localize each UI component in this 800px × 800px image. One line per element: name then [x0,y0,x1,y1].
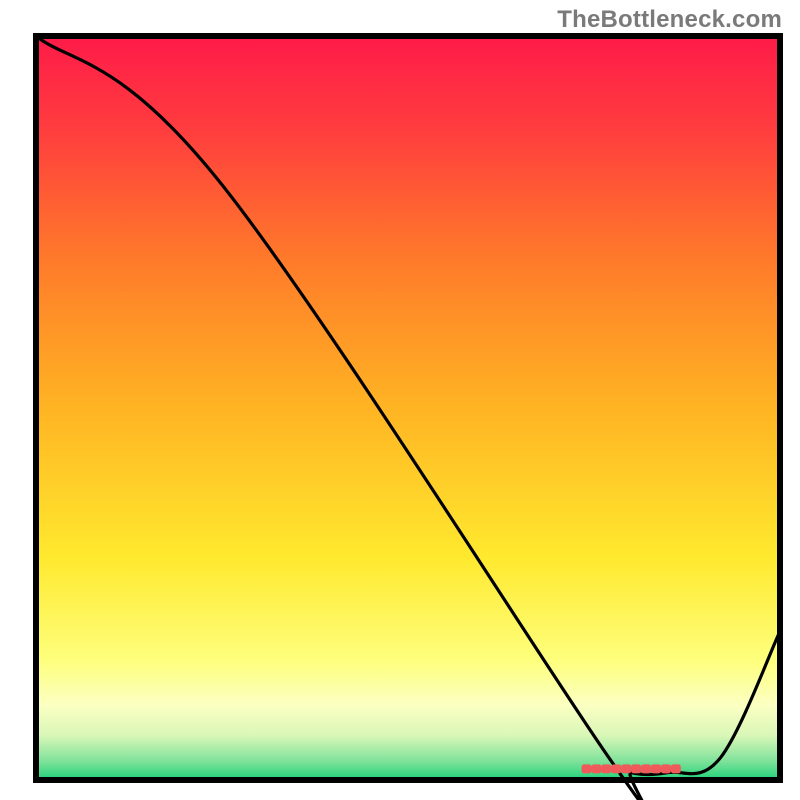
optimum-marker-dot [661,764,671,773]
optimum-marker-dot [641,764,651,773]
chart-frame: TheBottleneck.com [0,0,800,800]
optimum-marker-dot [671,764,681,773]
optimum-marker-dot [582,764,592,773]
optimum-marker-dot [591,764,601,773]
optimum-marker-dot [611,764,621,773]
optimum-marker-dot [651,764,661,773]
bottleneck-chart [0,0,800,800]
plot-background [36,36,780,780]
optimum-marker-dot [601,764,611,773]
optimum-marker-dot [631,764,641,773]
optimum-marker-dot [621,764,631,773]
watermark-label: TheBottleneck.com [557,6,782,34]
